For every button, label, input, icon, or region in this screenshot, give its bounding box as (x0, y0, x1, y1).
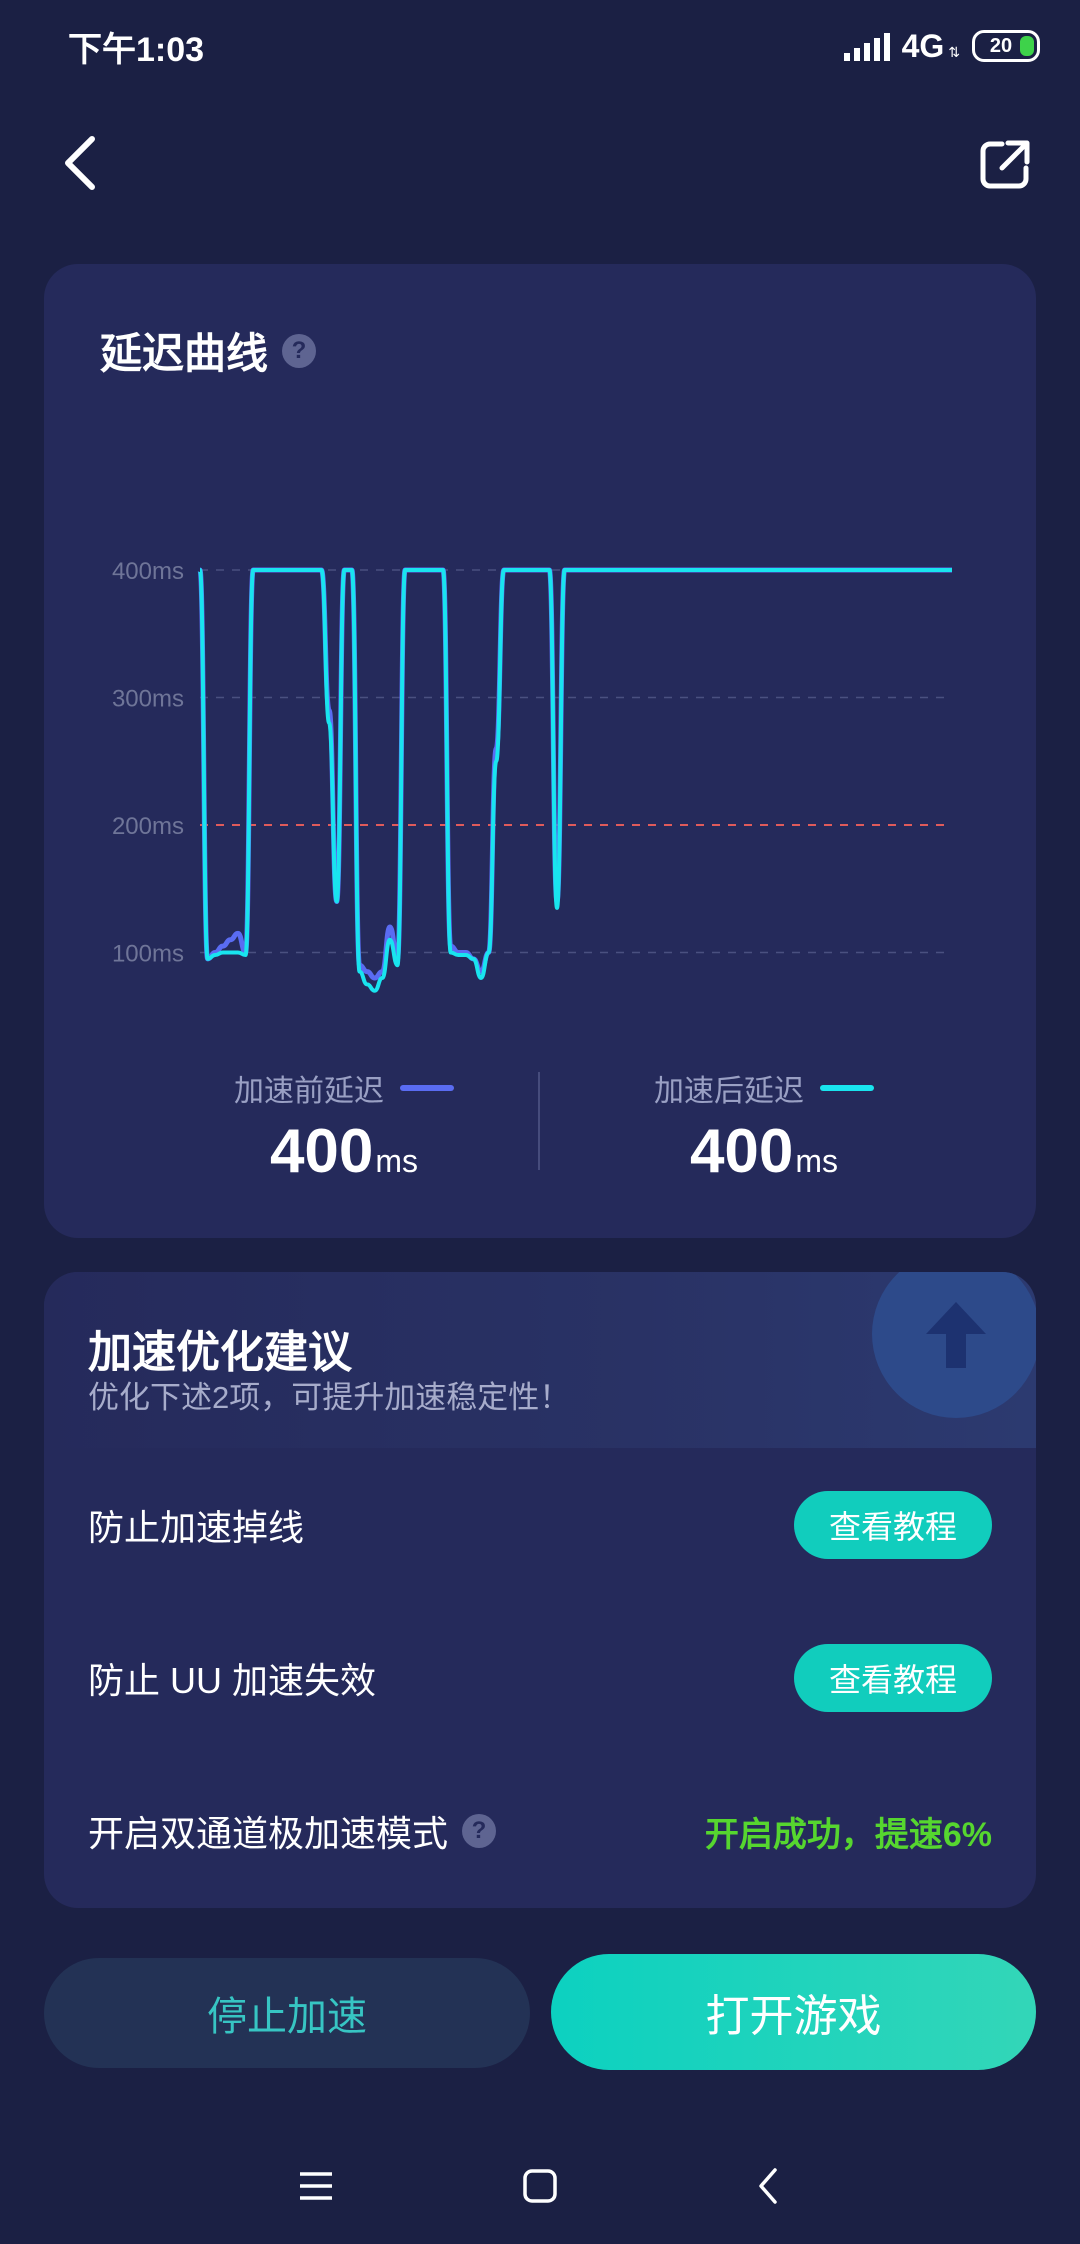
suggest-header: 加速优化建议 优化下述2项，可提升加速稳定性！ (44, 1272, 1036, 1448)
view-tutorial-button[interactable]: 查看教程 (794, 1491, 992, 1559)
suggest-item-label: 防止加速掉线 (88, 1507, 305, 1548)
series-line-after (198, 568, 952, 993)
chevron-left-icon (65, 136, 95, 190)
legend-before: 加速前延迟 400 ms (134, 1066, 554, 1187)
dual-channel-status: 开启成功，提速6% (704, 1815, 992, 1854)
share-button[interactable] (970, 130, 1040, 200)
battery-percent: 20 (989, 34, 1013, 57)
suggest-item-anti-drop: 防止加速掉线 查看教程 (88, 1490, 992, 1560)
arrow-up-icon (926, 1302, 986, 1368)
help-icon[interactable]: ? (282, 333, 317, 368)
latency-title-row: 延迟曲线 ? (100, 320, 317, 381)
data-activity-icon: ⇅ (948, 43, 960, 60)
system-nav-bar (0, 2140, 1080, 2220)
suggest-item-anti-fail: 防止 UU 加速失效 查看教程 (88, 1643, 992, 1713)
suggest-item-dual-channel: 开启双通道极加速模式 ? 开启成功，提速6% (88, 1796, 992, 1866)
legend-before-value: 400 (269, 1117, 374, 1186)
status-bar: 下午1:03 4G ⇅ 20 (0, 0, 1080, 92)
menu-icon (300, 2172, 332, 2200)
help-icon[interactable]: ? (462, 1814, 497, 1848)
stop-acceleration-button[interactable]: 停止加速 (44, 1958, 530, 2068)
y-tick-label: 100ms (112, 941, 184, 968)
legend-before-swatch (400, 1085, 454, 1091)
menu-button[interactable] (286, 2156, 346, 2216)
battery-icon: 20 (972, 30, 1040, 62)
home-square-icon (523, 2169, 557, 2203)
y-tick-label: 400ms (112, 558, 184, 585)
status-time: 下午1:03 (68, 31, 205, 69)
latency-card: 延迟曲线 ? 0ms100ms200ms300ms400ms 加速前延迟 400… (44, 264, 1036, 1238)
signal-icon (843, 31, 890, 61)
system-back-button[interactable] (738, 2156, 798, 2216)
suggest-item-label: 防止 UU 加速失效 (88, 1660, 377, 1701)
legend-after-label: 加速后延迟 (654, 1075, 804, 1108)
series-line-before (197, 567, 952, 981)
legend-after-swatch (820, 1085, 874, 1091)
share-external-icon (980, 140, 1030, 189)
back-button[interactable] (50, 128, 110, 198)
y-tick-label: 200ms (112, 813, 184, 840)
legend-before-unit: ms (375, 1143, 419, 1179)
suggest-subtitle: 优化下述2项，可提升加速稳定性！ (88, 1380, 571, 1415)
suggest-item-label: 开启双通道极加速模式 (88, 1813, 449, 1854)
legend-after: 加速后延迟 400 ms (554, 1066, 974, 1187)
back-triangle-icon (759, 2168, 777, 2204)
legend-after-value: 400 (689, 1117, 794, 1186)
suggest-card: 加速优化建议 优化下述2项，可提升加速稳定性！ 防止加速掉线 查看教程 防止 U… (44, 1272, 1036, 1908)
y-tick-label: 300ms (112, 686, 184, 713)
legend-after-unit: ms (795, 1143, 839, 1179)
legend-before-label: 加速前延迟 (234, 1075, 384, 1108)
legend-divider (538, 1072, 540, 1170)
latency-title: 延迟曲线 (100, 330, 269, 377)
suggest-title: 加速优化建议 (88, 1328, 352, 1377)
home-button[interactable] (510, 2156, 570, 2216)
view-tutorial-button[interactable]: 查看教程 (794, 1644, 992, 1712)
open-game-button[interactable]: 打开游戏 (551, 1954, 1036, 2070)
network-type: 4G (901, 27, 945, 64)
latency-chart: 0ms100ms200ms300ms400ms (112, 558, 952, 993)
suggest-decor (872, 1272, 1036, 1418)
status-indicators: 4G ⇅ 20 (843, 26, 1040, 66)
battery-level (1020, 36, 1034, 56)
